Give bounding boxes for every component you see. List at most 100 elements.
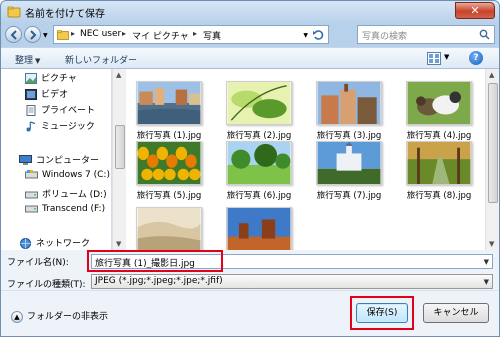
photo-thumbnail[interactable] — [316, 141, 382, 185]
view-dropdown[interactable]: ▼ — [444, 53, 449, 61]
view-options-icon[interactable] — [427, 52, 441, 65]
file-list-scrollbar[interactable]: ▲ ▼ — [485, 69, 499, 250]
photo-thumbnail[interactable] — [316, 81, 382, 125]
video-icon — [25, 89, 37, 100]
nav-label: コンピューター — [36, 156, 100, 166]
photo-thumbnail[interactable] — [226, 81, 292, 125]
nav-label: ミュージック — [41, 122, 95, 132]
photo-thumbnail[interactable] — [226, 207, 292, 251]
photo-thumbnail[interactable] — [136, 81, 202, 125]
search-placeholder: 写真の検索 — [362, 32, 408, 42]
app-icon — [7, 6, 21, 18]
nav-item-computer[interactable]: コンピューター — [19, 153, 99, 166]
window-title: 名前を付けて保存 — [25, 9, 105, 20]
photo-thumbnail[interactable] — [136, 141, 202, 185]
file-thumbnail-item[interactable] — [134, 207, 204, 251]
nav-label: ネットワーク — [36, 239, 91, 249]
filetype-label-text: ファイルの種類(T): — [7, 280, 86, 290]
file-name-label: 旅行写真 (2).jpg — [226, 131, 292, 141]
filetype-select[interactable]: JPEG (*.jpg;*.jpeg;*.jpe;*.jfif) ▼ — [91, 274, 493, 289]
nav-item-drive-d[interactable]: ボリューム (D:) — [25, 187, 107, 200]
scroll-thumb[interactable] — [488, 83, 498, 203]
file-thumbnail-item[interactable]: 旅行写真 (1).jpg — [134, 81, 204, 141]
nav-item-private[interactable]: プライベート — [25, 103, 95, 116]
file-thumbnail-item[interactable]: 旅行写真 (6).jpg — [224, 141, 294, 201]
file-name-label: 旅行写真 (8).jpg — [406, 191, 472, 201]
file-thumbnail-item[interactable]: 旅行写真 (4).jpg — [404, 81, 474, 141]
file-thumbnail-item[interactable]: 旅行写真 (2).jpg — [224, 81, 294, 141]
file-name-label: 旅行写真 (4).jpg — [406, 131, 472, 141]
drive-icon — [25, 191, 38, 199]
filename-label: ファイル名(N): — [7, 255, 69, 268]
breadcrumb-photos[interactable]: 写真 — [203, 29, 221, 42]
file-thumbnail-item[interactable]: 旅行写真 (7).jpg — [314, 141, 384, 201]
photo-thumbnail[interactable] — [226, 141, 292, 185]
search-icon[interactable] — [479, 29, 490, 40]
nav-label: ピクチャ — [41, 74, 77, 84]
file-thumbnail-item[interactable]: 旅行写真 (3).jpg — [314, 81, 384, 141]
filetype-label: ファイルの種類(T): — [7, 277, 86, 290]
scroll-down-icon[interactable]: ▼ — [489, 240, 494, 248]
recent-pages-dropdown[interactable]: ▼ — [43, 32, 48, 39]
nav-item-videos[interactable]: ビデオ — [25, 87, 68, 100]
nav-item-drive-f[interactable]: Transcend (F:) — [25, 204, 105, 214]
breadcrumb-separator[interactable]: ▸ — [193, 29, 197, 38]
scroll-down-icon[interactable]: ▼ — [116, 240, 121, 248]
file-name-label: 旅行写真 (1).jpg — [136, 131, 202, 141]
breadcrumb-separator[interactable]: ▸ — [71, 29, 75, 38]
save-as-dialog: 名前を付けて保存 ✕ ▼ ▸ NEC user ▸ マイ ピクチャ ▸ 写真 ▼ — [0, 0, 500, 337]
network-icon — [20, 238, 31, 249]
forward-arrow-icon — [30, 30, 37, 40]
refresh-icon[interactable] — [312, 28, 326, 42]
nav-label: ビデオ — [41, 90, 69, 100]
photo-thumbnail[interactable] — [406, 81, 472, 125]
file-name-label: 旅行写真 (3).jpg — [316, 131, 382, 141]
file-thumbnail-item[interactable]: 旅行写真 (8).jpg — [404, 141, 474, 201]
document-icon — [26, 105, 36, 116]
file-thumbnail-item[interactable] — [224, 207, 294, 251]
cancel-button[interactable]: キャンセル — [423, 303, 489, 323]
address-dropdown[interactable]: ▼ — [303, 32, 308, 39]
filename-highlight — [87, 250, 223, 272]
file-list: 旅行写真 (1).jpg 旅行写真 (2).jpg 旅行写真 (3).jpg 旅… — [126, 69, 485, 251]
nav-item-drive-c[interactable]: Windows 7 (C:) — [25, 170, 110, 180]
folder-icon — [57, 30, 69, 40]
scroll-thumb[interactable] — [115, 125, 125, 169]
scroll-up-icon[interactable]: ▲ — [489, 71, 494, 79]
nav-item-network[interactable]: ネットワーク — [19, 236, 90, 249]
breadcrumb-my-pictures[interactable]: マイ ピクチャ — [132, 29, 189, 42]
back-arrow-icon — [10, 30, 17, 40]
back-button[interactable] — [5, 26, 22, 43]
help-icon[interactable]: ? — [469, 51, 483, 65]
close-button[interactable]: ✕ — [455, 2, 495, 19]
forward-button[interactable] — [24, 26, 41, 43]
file-thumbnail-item[interactable]: 旅行写真 (5).jpg — [134, 141, 204, 201]
dialog-footer: ▲ フォルダーの非表示 保存(S) キャンセル — [1, 290, 499, 336]
filetype-dropdown[interactable]: ▼ — [484, 278, 489, 286]
search-input[interactable]: 写真の検索 — [357, 25, 495, 44]
navigation-scrollbar[interactable]: ▲ ▼ — [112, 69, 126, 250]
music-icon — [26, 121, 36, 132]
title-bar[interactable]: 名前を付けて保存 ✕ — [1, 1, 499, 23]
new-folder-button[interactable]: 新しいフォルダー — [65, 53, 137, 66]
breadcrumb-nec-user[interactable]: NEC user — [80, 29, 121, 39]
address-bar[interactable]: ▸ NEC user ▸ マイ ピクチャ ▸ 写真 ▼ — [53, 25, 329, 44]
organize-menu[interactable]: 整理 ▼ — [15, 53, 40, 66]
nav-item-music[interactable]: ミュージック — [25, 119, 95, 132]
nav-item-pictures[interactable]: ピクチャ — [25, 71, 77, 84]
navigation-pane: ピクチャ ビデオ プライベート ミュージック コンピューター Windows 7… — [1, 69, 112, 250]
breadcrumb-separator[interactable]: ▸ — [122, 29, 126, 38]
windows-drive-icon — [25, 170, 38, 179]
filename-label-text: ファイル名(N): — [7, 258, 69, 268]
filename-dropdown[interactable]: ▼ — [484, 258, 489, 266]
hide-folders-button[interactable]: ▲ フォルダーの非表示 — [11, 309, 108, 323]
save-button-highlight — [350, 296, 414, 330]
file-name-label: 旅行写真 (6).jpg — [226, 191, 292, 201]
photo-thumbnail[interactable] — [406, 141, 472, 185]
photo-thumbnail[interactable] — [136, 207, 202, 251]
scroll-up-icon[interactable]: ▲ — [116, 71, 121, 79]
chevron-down-icon: ▼ — [35, 57, 41, 65]
file-name-label: 旅行写真 (7).jpg — [316, 191, 382, 201]
nav-label: Windows 7 (C:) — [42, 170, 110, 180]
nav-label: ボリューム (D:) — [42, 190, 107, 200]
